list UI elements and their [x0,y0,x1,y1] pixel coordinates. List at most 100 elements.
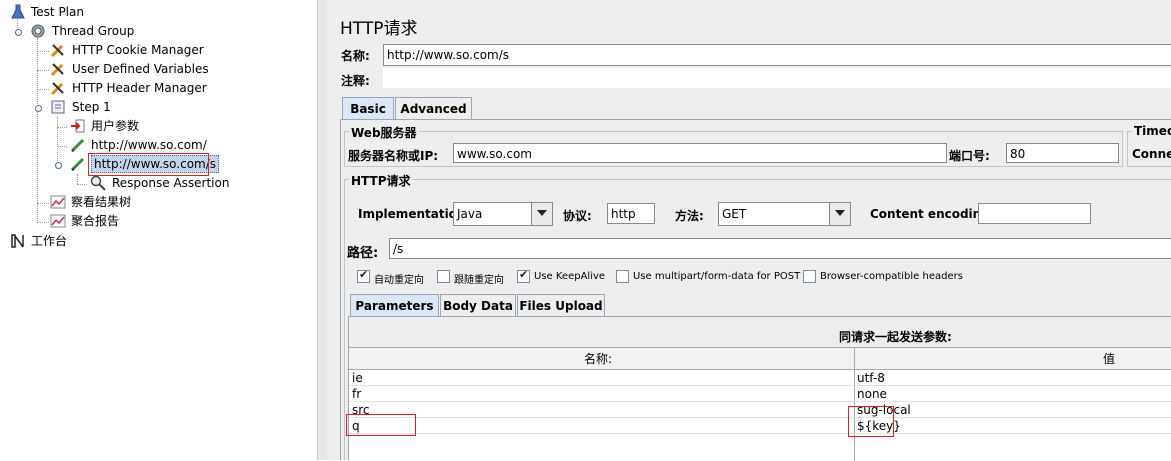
tree-connector [57,117,58,165]
implementation-value: Java [457,207,483,221]
browser-compatible-checkbox[interactable] [803,270,816,283]
multipart-checkbox[interactable] [616,270,629,283]
protocol-field[interactable]: http [607,203,655,224]
param-name-cell[interactable]: fr [352,386,361,402]
tab-advanced[interactable]: Advanced [395,97,472,119]
magnifier-icon [90,175,106,191]
tree-item-response-assertion[interactable]: Response Assertion [90,174,240,192]
protocol-label: 协议: [563,209,592,223]
tree-item-user-defined-variables[interactable]: User Defined Variables [50,60,220,78]
web-server-legend: Web服务器 [349,124,419,141]
http-request-panel: HTTP请求 名称: http://www.so.com/s 注释: Basic… [327,0,1171,461]
tab-body-data[interactable]: Body Data [440,294,516,316]
auto-redirect-checkbox[interactable] [357,268,370,283]
tree-connector [77,184,87,185]
row-separator [349,433,1171,434]
graph-icon [50,194,66,210]
follow-redirect-checkbox[interactable] [437,270,450,283]
column-header-name[interactable]: 名称: [584,351,612,367]
tree-item-user-parameters[interactable]: 用户参数 [70,117,170,135]
path-field[interactable]: /s [389,238,1171,259]
host-label: 服务器名称或IP: [348,149,439,163]
chevron-down-icon[interactable] [829,203,850,225]
encoding-label: Content encoding: [870,207,995,221]
wrench-icon [50,42,66,58]
tree-item-header-manager[interactable]: HTTP Header Manager [50,79,220,97]
tree-item-cookie-manager[interactable]: HTTP Cookie Manager [50,41,210,59]
wrench-icon [50,80,66,96]
tree-item-label: Test Plan [31,5,84,19]
parameters-table: 名称: 值 ie utf-8 fr none src sug-local q $… [349,347,1171,461]
tree-item-label: 工作台 [31,234,68,248]
host-field[interactable]: www.so.com [453,143,947,163]
encoding-field[interactable] [978,203,1091,224]
highlight-box [346,414,416,436]
tree-connector [57,146,67,147]
controller-icon [50,99,66,115]
method-select[interactable]: GET [718,202,851,226]
tree-item-view-results-tree[interactable]: 察看结果树 [50,193,160,211]
implementation-select[interactable]: Java [453,202,553,226]
tree-item-workbench[interactable]: 工作台 [10,232,110,250]
tab-files-upload[interactable]: Files Upload [517,294,605,316]
tree-item-label: 用户参数 [91,119,140,133]
tree-item-thread-group[interactable]: Thread Group [30,22,150,40]
tree-item-step-1[interactable]: Step 1 [50,98,150,116]
tree-connector [37,51,49,52]
tab-parameters[interactable]: Parameters [350,294,439,316]
comment-label: 注释: [341,74,370,88]
auto-redirect-label: 自动重定向 [374,275,424,286]
tree-connector [37,89,49,90]
tree-connector [37,70,49,71]
method-label: 方法: [675,209,704,223]
tree-item-sampler-root[interactable]: http://www.so.com/ [70,136,210,154]
tree-item-label: 察看结果树 [71,195,132,209]
wrench-icon [50,61,66,77]
expand-toggle[interactable] [35,105,42,112]
multipart-label: Use multipart/form-data for POST [633,271,801,282]
workbench-icon [10,233,26,249]
expand-toggle[interactable] [15,29,22,36]
tree-connector [77,174,78,184]
tree-connector [37,108,38,223]
param-value-cell[interactable]: none [857,386,887,402]
tree-connector [37,38,38,108]
tree-item-test-plan[interactable]: Test Plan [10,3,130,21]
tree-item-label: http://www.so.com/ [91,138,207,152]
chevron-down-icon[interactable] [531,203,552,225]
name-label: 名称: [341,49,370,63]
tree-item-label: HTTP Cookie Manager [72,43,204,57]
tree-item-label: Response Assertion [112,176,230,190]
name-field[interactable]: http://www.so.com/s [383,44,1171,66]
path-label: 路径: [347,246,379,261]
row-separator [349,401,1171,402]
column-header-value[interactable]: 值 [1103,351,1115,367]
timeout-legend: Timeo [1132,124,1171,138]
column-divider [854,348,855,461]
tree-item-label: Step 1 [72,100,111,114]
param-value-cell[interactable]: utf-8 [857,370,885,386]
tree-connector [37,222,49,223]
tree-item-label: Thread Group [52,24,135,38]
row-separator [349,417,1171,418]
connect-label: Connec [1132,147,1171,161]
gear-icon [30,23,46,39]
port-field[interactable]: 80 [1006,143,1119,163]
param-name-cell[interactable]: ie [352,370,363,386]
arrow-in-icon [70,118,86,134]
keepalive-label: Use KeepAlive [534,271,606,282]
pen-icon [70,156,86,172]
highlight-box [88,153,209,176]
port-label: 端口号: [949,149,990,163]
tab-basic[interactable]: Basic [342,97,394,119]
expand-toggle[interactable] [55,162,62,169]
keepalive-checkbox[interactable] [517,268,530,283]
tree-connector [37,203,49,204]
tree-item-label: 聚合报告 [71,214,120,228]
highlight-box [848,406,894,437]
tree-item-aggregate-report[interactable]: 聚合报告 [50,212,160,230]
comment-field[interactable] [383,68,1171,88]
test-plan-tree: Test Plan Thread Group HTTP Cookie Manag… [0,0,317,460]
page-title: HTTP请求 [340,19,418,39]
tree-connector [57,127,67,128]
